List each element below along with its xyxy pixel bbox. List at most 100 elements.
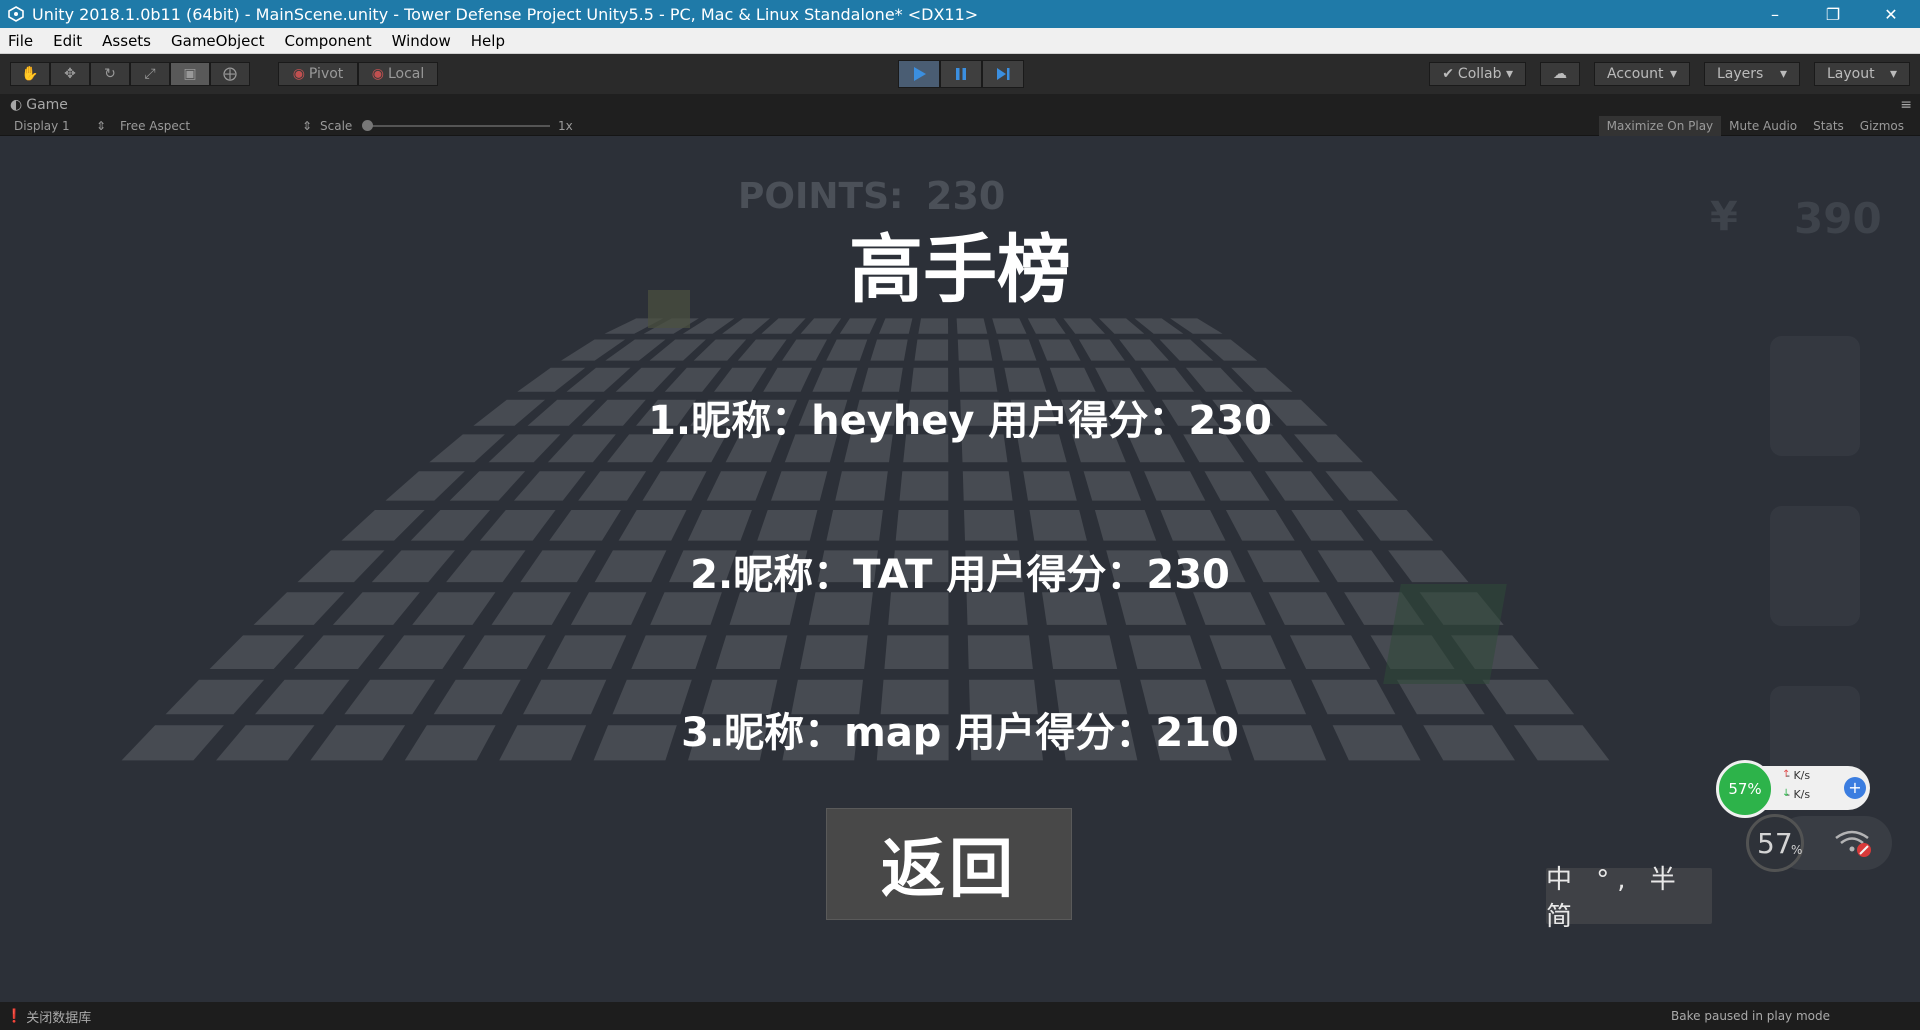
board-tile <box>1264 471 1334 501</box>
board-tile <box>839 318 877 334</box>
leaderboard-entry-1: 1.昵称：heyhey 用户得分：230 <box>648 398 1272 444</box>
board-tile <box>761 318 806 334</box>
board-tile <box>1099 318 1145 334</box>
plus-icon[interactable]: + <box>1844 777 1866 799</box>
pivot-icon: ◉ <box>292 66 305 82</box>
tab-menu-icon[interactable]: ≡ <box>1900 97 1912 113</box>
board-tile <box>209 635 305 669</box>
menu-gameobject[interactable]: GameObject <box>169 32 267 50</box>
board-tile <box>578 471 647 501</box>
board-tile <box>737 339 787 361</box>
menu-assets[interactable]: Assets <box>100 32 153 50</box>
rotate-tool-icon[interactable]: ↻ <box>90 62 130 86</box>
board-tile <box>715 635 788 669</box>
step-button[interactable] <box>982 60 1024 88</box>
memory-percent: 57 <box>1757 827 1793 860</box>
scale-tool-icon[interactable]: ⤢ <box>130 62 170 86</box>
leaderboard-entry-3: 3.昵称：map 用户得分：210 <box>681 710 1239 756</box>
board-tile <box>1325 471 1399 501</box>
chevron-down-icon: ▾ <box>1889 66 1897 82</box>
check-icon: ✔ <box>1442 66 1454 82</box>
board-tile <box>757 510 818 541</box>
aspect-dropdown[interactable]: Free Aspect <box>120 119 190 133</box>
pause-button[interactable] <box>940 60 982 88</box>
board-tile <box>957 339 993 361</box>
board-tile <box>800 635 868 669</box>
menu-file[interactable]: File <box>6 32 35 50</box>
board-tile <box>826 339 868 361</box>
board-tile <box>956 318 988 334</box>
window-title: Unity 2018.1.0b11 (64bit) - MainScene.un… <box>32 4 979 24</box>
board-tile <box>1291 510 1364 541</box>
board-tile <box>1356 510 1434 541</box>
local-button[interactable]: ◉ Local <box>358 62 438 86</box>
transform-tool-icon[interactable]: ⨁ <box>210 62 250 86</box>
board-tile <box>1204 471 1270 501</box>
menu-help[interactable]: Help <box>469 32 507 50</box>
editor-toolbar: ✋ ✥ ↻ ⤢ ▣ ⨁ ◉ Pivot ◉ Local ✔ Collab ▾ ☁ Ac… <box>0 54 1920 94</box>
board-tile <box>449 471 526 501</box>
board-tile <box>962 471 1013 501</box>
board-tile <box>884 635 949 669</box>
cpu-gauge[interactable]: 57% <box>1716 760 1774 818</box>
scale-label: Scale <box>320 119 353 133</box>
board-tile <box>1209 635 1286 669</box>
board-tile <box>967 635 1033 669</box>
rect-tool-icon[interactable]: ▣ <box>170 62 210 86</box>
chevron-updown-icon: ⇕ <box>96 119 107 133</box>
board-tile <box>480 510 556 541</box>
close-icon[interactable]: ✕ <box>1862 0 1920 28</box>
board-tile <box>1038 339 1081 361</box>
ime-status-bar[interactable]: 中 °, 半 简 <box>1546 865 1712 932</box>
board-tile <box>1048 635 1118 669</box>
board-tile <box>835 471 888 501</box>
hand-tool-icon[interactable]: ✋ <box>10 62 50 86</box>
play-controls <box>898 60 1024 88</box>
play-button[interactable] <box>898 60 940 88</box>
board-tile <box>687 510 752 541</box>
board-tile <box>1078 339 1125 361</box>
board-tile <box>1119 339 1169 361</box>
scale-slider[interactable] <box>362 120 550 131</box>
local-icon: ◉ <box>371 66 384 82</box>
info-icon: ❗ <box>6 1008 23 1024</box>
board-tile <box>1144 471 1206 501</box>
game-tab-icon: ◐ <box>10 97 23 113</box>
account-dropdown[interactable]: Account ▾ <box>1594 62 1690 86</box>
board-tile <box>998 339 1037 361</box>
cloud-button[interactable]: ☁ <box>1540 62 1580 86</box>
minimize-icon[interactable]: – <box>1746 0 1804 28</box>
board-tile <box>706 471 767 501</box>
stats-toggle[interactable]: Stats <box>1805 116 1852 136</box>
pivot-button[interactable]: ◉ Pivot <box>278 62 358 86</box>
menu-component[interactable]: Component <box>283 32 374 50</box>
bake-status: Bake paused in play mode <box>1671 1009 1830 1023</box>
mute-audio-toggle[interactable]: Mute Audio <box>1721 116 1805 136</box>
pause-icon <box>956 68 966 80</box>
play-icon <box>914 67 926 81</box>
move-tool-icon[interactable]: ✥ <box>50 62 90 86</box>
maximize-on-play-toggle[interactable]: Maximize On Play <box>1598 116 1722 136</box>
menu-window[interactable]: Window <box>390 32 453 50</box>
display-dropdown[interactable]: Display 1 <box>14 119 70 133</box>
chevron-down-icon: ▾ <box>1669 66 1677 82</box>
step-icon <box>997 68 1010 80</box>
board-tile <box>800 318 842 334</box>
board-tile <box>992 318 1027 334</box>
board-tile <box>1289 635 1371 669</box>
collab-dropdown[interactable]: ✔ Collab ▾ <box>1429 62 1526 86</box>
restore-icon[interactable]: ❐ <box>1804 0 1862 28</box>
layers-dropdown[interactable]: Layers ▾ <box>1704 62 1800 86</box>
board-tile <box>341 510 425 541</box>
pivot-toggle-group: ◉ Pivot ◉ Local <box>278 62 438 86</box>
return-button[interactable]: 返回 <box>826 808 1072 920</box>
layout-dropdown[interactable]: Layout ▾ <box>1814 62 1910 86</box>
game-tab[interactable]: Game <box>26 97 68 113</box>
menu-edit[interactable]: Edit <box>51 32 84 50</box>
memory-widget[interactable]: 57 % <box>1746 814 1892 872</box>
board-tile <box>1027 318 1066 334</box>
board-tile <box>918 318 949 334</box>
scale-slider-handle[interactable] <box>362 120 373 131</box>
gizmos-dropdown[interactable]: Gizmos <box>1852 116 1912 136</box>
unity-logo-icon <box>6 4 26 24</box>
